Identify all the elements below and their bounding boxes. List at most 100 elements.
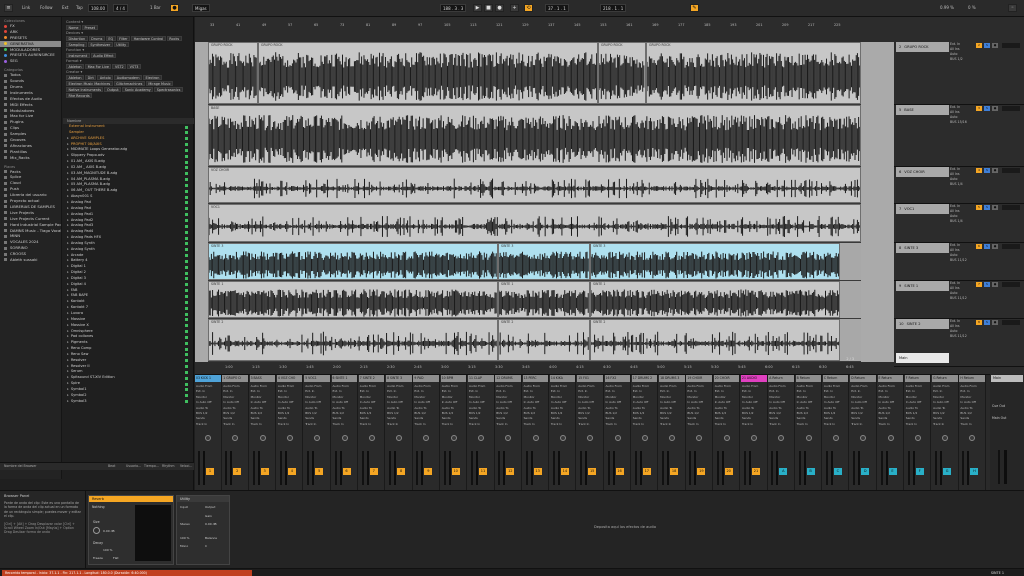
arm-button[interactable]: ● [992,282,998,287]
footer-column-header[interactable]: Usuario... [126,464,141,468]
strip-name[interactable]: 16 FX2 [604,375,631,382]
expand-arrow-icon[interactable]: ▸ [67,381,69,385]
track-name[interactable]: 6 VOZ CHOIR [896,167,949,177]
track-activator-button[interactable]: 8 [397,468,406,475]
pan-knob[interactable] [669,435,676,441]
strip-io-label[interactable]: In Auto Off [933,400,957,404]
utility-title[interactable]: Utility [177,496,229,502]
strip-name[interactable]: 17 DRUMS 2 [631,375,658,382]
filter-tag[interactable]: Sonic Academy [122,87,154,92]
expand-arrow-icon[interactable]: ▸ [67,358,69,362]
expand-arrow-icon[interactable]: ▸ [67,264,69,268]
pan-knob[interactable] [887,435,894,441]
pan-knob[interactable] [914,435,921,441]
play-icon[interactable]: ▶ [473,4,482,12]
strip-io-label[interactable]: Track In [769,422,793,426]
filter-tag[interactable]: EQ [105,36,116,41]
track-io-out[interactable]: BUS 1/4 [950,182,974,187]
strip-io-label[interactable]: In Auto Off [251,400,275,404]
expand-arrow-icon[interactable]: ▸ [67,270,69,274]
place-item[interactable]: Ableth sussaki [0,257,61,263]
volume-fader[interactable] [279,451,282,485]
volume-fader[interactable] [825,451,828,485]
audio-clip[interactable]: GRUPO ROCK [208,42,258,104]
strip-io-label[interactable]: Ext. In [414,389,438,393]
track-io-out[interactable]: BUS 15/16 [950,120,974,125]
audio-clip[interactable]: SINTE 3 [590,243,840,280]
arrangement-track[interactable]: SINTE 2 SINTE 2 SINTE 2 [208,319,861,362]
strip-io-label[interactable]: Ext. In [223,389,247,393]
strip-name[interactable]: 3 BASS [249,375,276,382]
record-icon[interactable]: ● [495,4,504,12]
master-track-name[interactable]: Main [896,353,949,363]
strip-io-label[interactable]: Ext. In [606,389,630,393]
strip-io-label[interactable]: BUS 1/2 [687,411,711,415]
strip-io-label[interactable]: Track In [578,422,602,426]
volume-readout[interactable] [1002,282,1020,287]
strip-io-label[interactable]: In Auto Off [196,400,220,404]
track-io-out[interactable]: BUS 1/4 [950,219,974,224]
strip-name[interactable]: D Return [850,375,876,382]
strip-io-label[interactable]: BUS 1/2 [387,411,411,415]
strip-io-label[interactable]: In Auto Off [496,400,520,404]
mixer-strip[interactable]: 7 SINTE 2 Audio From Ext. In Monitor In Auto… [358,375,386,491]
audio-clip[interactable]: SINTE 3 [208,243,498,280]
track-activator-button[interactable]: 1 [206,468,214,475]
follow-button[interactable]: Follow [40,4,53,12]
activator-button[interactable]: 8 [976,320,982,325]
expand-arrow-icon[interactable]: ▸ [67,323,69,327]
strip-io-label[interactable]: Ext. In [960,389,984,393]
strip-io-label[interactable]: BUS 1/2 [742,411,766,415]
track-name[interactable]: 5 BASE [896,105,949,115]
expand-arrow-icon[interactable]: ▸ [67,241,69,245]
track-activator-button[interactable]: D [861,468,870,475]
volume-fader[interactable] [252,451,255,485]
pan-knob[interactable] [641,435,648,441]
strip-io-label[interactable]: In Auto Off [769,400,793,404]
strip-io-label[interactable]: BUS 1/2 [797,411,821,415]
track-activator-button[interactable]: 3 [260,468,269,475]
strip-io-label[interactable]: Track In [742,422,766,426]
strip-io-label[interactable]: Track In [879,422,903,426]
strip-io-label[interactable]: In Auto Off [824,400,848,404]
pan-knob[interactable] [696,435,703,441]
pan-knob[interactable] [286,435,293,441]
strip-io-label[interactable]: In Auto Off [278,400,302,404]
strip-io-label[interactable]: BUS 1/2 [606,411,630,415]
strip-io-label[interactable]: Ext. In [278,389,302,393]
solo-button[interactable]: S [984,43,990,48]
arm-button[interactable]: ● [992,168,998,173]
volume-readout[interactable] [1002,106,1020,111]
strip-io-label[interactable]: Ext. In [360,389,384,393]
strip-name[interactable]: F Return [904,375,931,382]
volume-fader[interactable] [307,451,310,485]
arm-button[interactable]: ● [992,106,998,111]
track-activator-button[interactable]: 6 [342,468,351,475]
mixer-strip[interactable]: 03 KICK 1 Audio From Ext. In Monitor In Auto… [195,375,222,491]
arrangement-track[interactable]: SINTE 1 SINTE 1 SINTE 1 [208,281,861,319]
master-fader[interactable] [998,450,1000,484]
mixer-strip[interactable]: 17 DRUMS 2 Audio From Ext. In Monitor In Aut… [631,375,659,491]
strip-io-label[interactable]: In Auto Off [360,400,384,404]
expand-arrow-icon[interactable]: ▸ [67,212,69,216]
strip-io-label[interactable]: In Auto Off [551,400,575,404]
solo-button[interactable]: S [984,282,990,287]
volume-fader[interactable] [443,451,446,485]
solo-button[interactable]: S [984,168,990,173]
strip-io-label[interactable]: Track In [524,422,548,426]
strip-name[interactable]: A Return [768,375,794,382]
track-activator-button[interactable]: 20 [724,468,733,475]
strip-name[interactable]: 10 BPM [440,375,467,382]
strip-io-label[interactable]: In Auto Off [879,400,903,404]
mixer-strip[interactable]: 10 BPM Audio From Ext. In Monitor In Auto Of… [440,375,468,491]
track-activator-button[interactable]: 13 [533,468,542,475]
strip-io-label[interactable]: Track In [715,422,739,426]
track-activator-button[interactable]: A [779,468,788,475]
strip-io-label[interactable]: Ext. In [442,389,466,393]
strip-io-label[interactable]: In Auto Off [524,400,548,404]
strip-io-label[interactable]: In Auto Off [305,400,329,404]
strip-io-label[interactable]: BUS 1/2 [551,411,575,415]
track-activator-button[interactable]: 15 [588,468,597,475]
solo-button[interactable]: S [984,106,990,111]
mixer-strip[interactable]: 21 AUDIO Audio From Ext. In Monitor In Auto … [741,375,768,491]
